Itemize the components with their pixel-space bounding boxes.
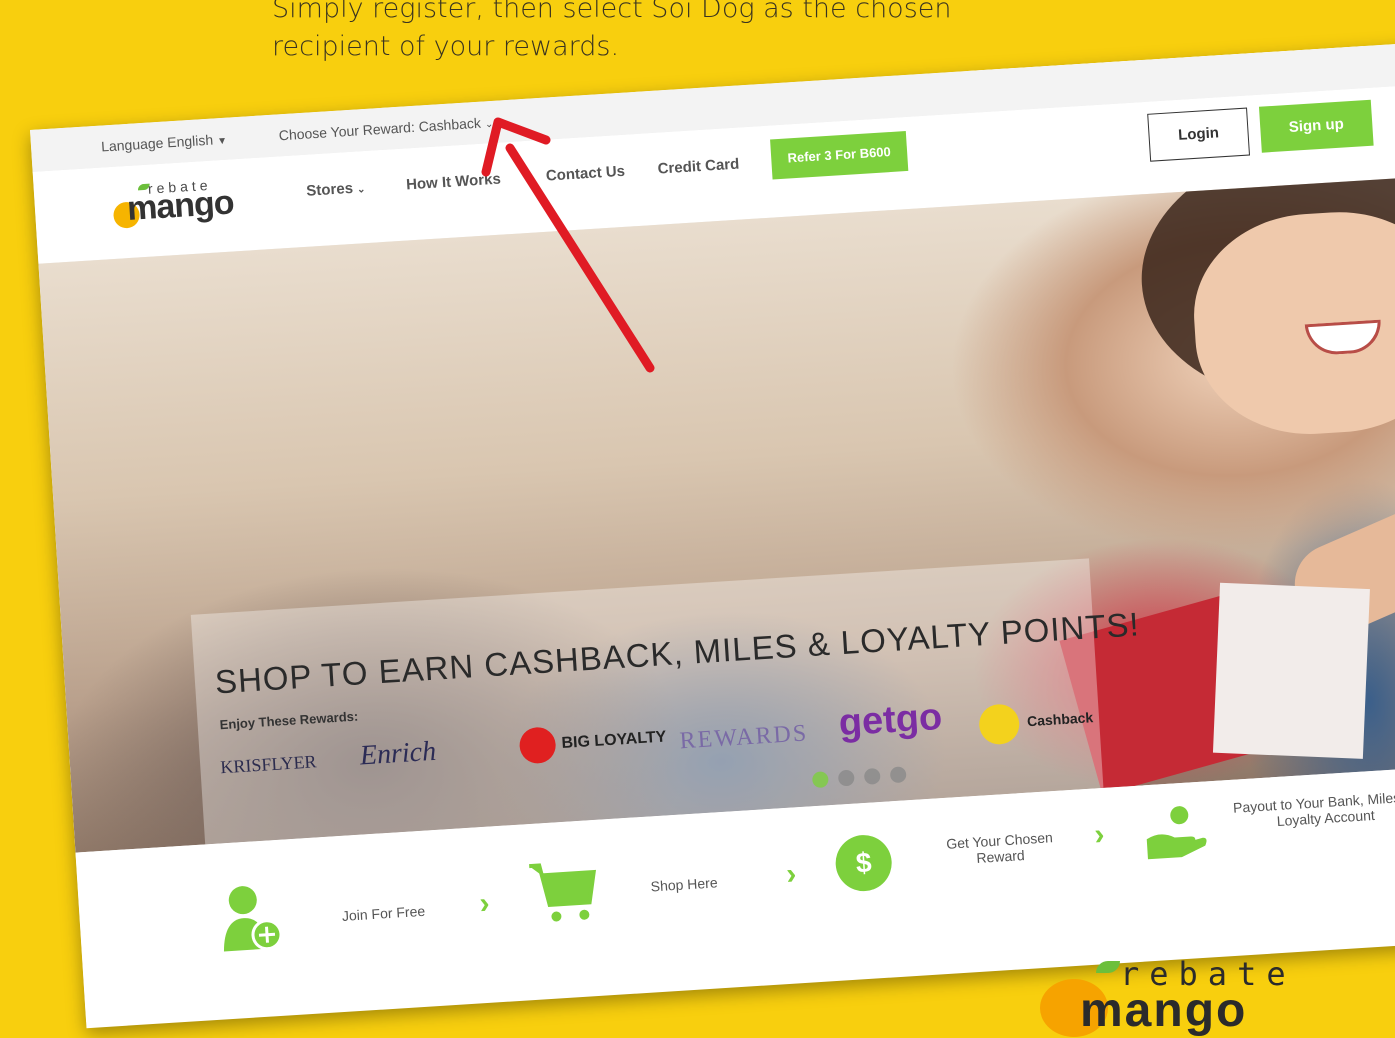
money-bag-icon: $	[833, 833, 894, 893]
carousel-dot[interactable]	[837, 769, 855, 787]
hero-photo-white-bag	[1212, 582, 1370, 759]
big-loyalty-logo: BIG LOYALTY	[518, 719, 668, 765]
carousel-dot[interactable]	[863, 767, 881, 785]
logo[interactable]: rebate mango	[111, 172, 254, 241]
enrich-logo: Enrich	[358, 735, 438, 772]
signup-button[interactable]: Sign up	[1258, 99, 1374, 153]
krisflyer-logo: KRISFLYER	[219, 751, 318, 778]
step-join-label: Join For Free	[341, 902, 426, 924]
hero-banner: SHOP TO EARN CASHBACK, MILES & LOYALTY P…	[38, 170, 1395, 853]
caption-line-1: Simply register, then select Soi Dog as …	[272, 0, 952, 24]
coin-icon	[978, 703, 1021, 746]
brand-logo: rebate mango	[1040, 955, 1395, 1037]
login-button[interactable]: Login	[1147, 107, 1251, 162]
logo-big-text: mango	[125, 183, 235, 229]
cashback-text: Cashback	[1026, 709, 1094, 730]
language-label: Language	[100, 134, 164, 155]
caret-down-icon: ▼	[216, 135, 228, 148]
reward-value: Cashback	[418, 114, 482, 135]
brand-big-text: mango	[1080, 984, 1248, 1037]
hero-subhead: Enjoy These Rewards:	[219, 708, 359, 733]
chevron-right-icon: ›	[785, 857, 798, 891]
caption-line-2: recipient of your rewards.	[272, 31, 620, 62]
add-user-icon	[223, 886, 283, 952]
carousel-dot[interactable]	[811, 771, 829, 789]
partner-logos: KRISFLYER Enrich BIG LOYALTY REWARDS get…	[219, 688, 1101, 803]
nav-stores-label: Stores	[305, 179, 354, 200]
getgo-logo: getgo	[837, 695, 944, 745]
caption: Simply register, then select Soi Dog as …	[272, 0, 1012, 66]
refer-button[interactable]: Refer 3 For B600	[770, 131, 909, 180]
chevron-down-icon: ⌄	[484, 118, 494, 131]
nav-stores[interactable]: Stores ⌄	[306, 179, 366, 200]
nav-credit-card[interactable]: Credit Card	[657, 156, 740, 178]
step-payout-label: Payout to Your Bank, Miles or Loyalty Ac…	[1232, 788, 1395, 830]
chevron-right-icon: ›	[1093, 817, 1106, 852]
hand-coin-icon	[1146, 806, 1207, 860]
language-selector[interactable]: Language English ▼	[101, 131, 228, 155]
changi-rewards-logo: REWARDS	[678, 720, 809, 755]
carousel-dot[interactable]	[889, 766, 907, 784]
step-reward-label: Get Your Chosen Reward	[945, 829, 1054, 866]
hero-headline: SHOP TO EARN CASHBACK, MILES & LOYALTY P…	[213, 605, 1141, 701]
chevron-down-icon: ⌄	[356, 184, 366, 196]
step-shop-label: Shop Here	[650, 874, 719, 895]
airasia-icon	[518, 726, 557, 765]
cashback-logo: Cashback	[978, 698, 1094, 746]
website-screenshot: Search for offers Language English ▼ Choo…	[30, 37, 1395, 1029]
big-loyalty-text: BIG LOYALTY	[561, 728, 667, 753]
reward-label: Choose Your Reward:	[278, 118, 416, 144]
reward-selector[interactable]: Choose Your Reward: Cashback ⌄	[278, 114, 494, 144]
leaf-icon	[1096, 961, 1120, 973]
nav-contact-us[interactable]: Contact Us	[545, 163, 625, 185]
chevron-right-icon: ›	[478, 886, 491, 921]
nav-how-it-works[interactable]: How It Works	[406, 171, 502, 194]
language-value: English	[166, 131, 214, 151]
cart-icon	[529, 863, 597, 922]
